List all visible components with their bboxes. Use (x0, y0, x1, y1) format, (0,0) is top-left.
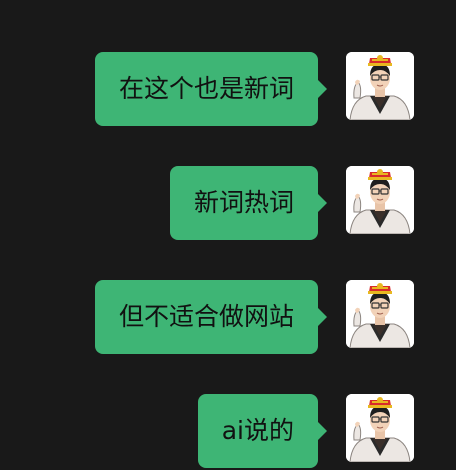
message-bubble[interactable]: 但不适合做网站 (94, 280, 328, 354)
user-avatar-cartoon-icon (346, 166, 414, 234)
message-row: ai说的 (197, 394, 414, 468)
user-avatar-cartoon-icon (346, 394, 414, 462)
chat-message-list: 在这个也是新词 新词热词 但不适合做网站 ai说的 (0, 0, 456, 470)
message-bubble[interactable]: 新词热词 (169, 166, 328, 240)
message-row: 在这个也是新词 (94, 52, 414, 126)
message-row: 新词热词 (169, 166, 414, 240)
user-avatar-cartoon-icon (346, 52, 414, 120)
message-row: 但不适合做网站 (94, 280, 414, 354)
user-avatar[interactable] (346, 52, 414, 120)
user-avatar[interactable] (346, 280, 414, 348)
message-bubble[interactable]: 在这个也是新词 (94, 52, 328, 126)
user-avatar[interactable] (346, 394, 414, 462)
user-avatar[interactable] (346, 166, 414, 234)
user-avatar-cartoon-icon (346, 280, 414, 348)
message-bubble[interactable]: ai说的 (197, 394, 328, 468)
